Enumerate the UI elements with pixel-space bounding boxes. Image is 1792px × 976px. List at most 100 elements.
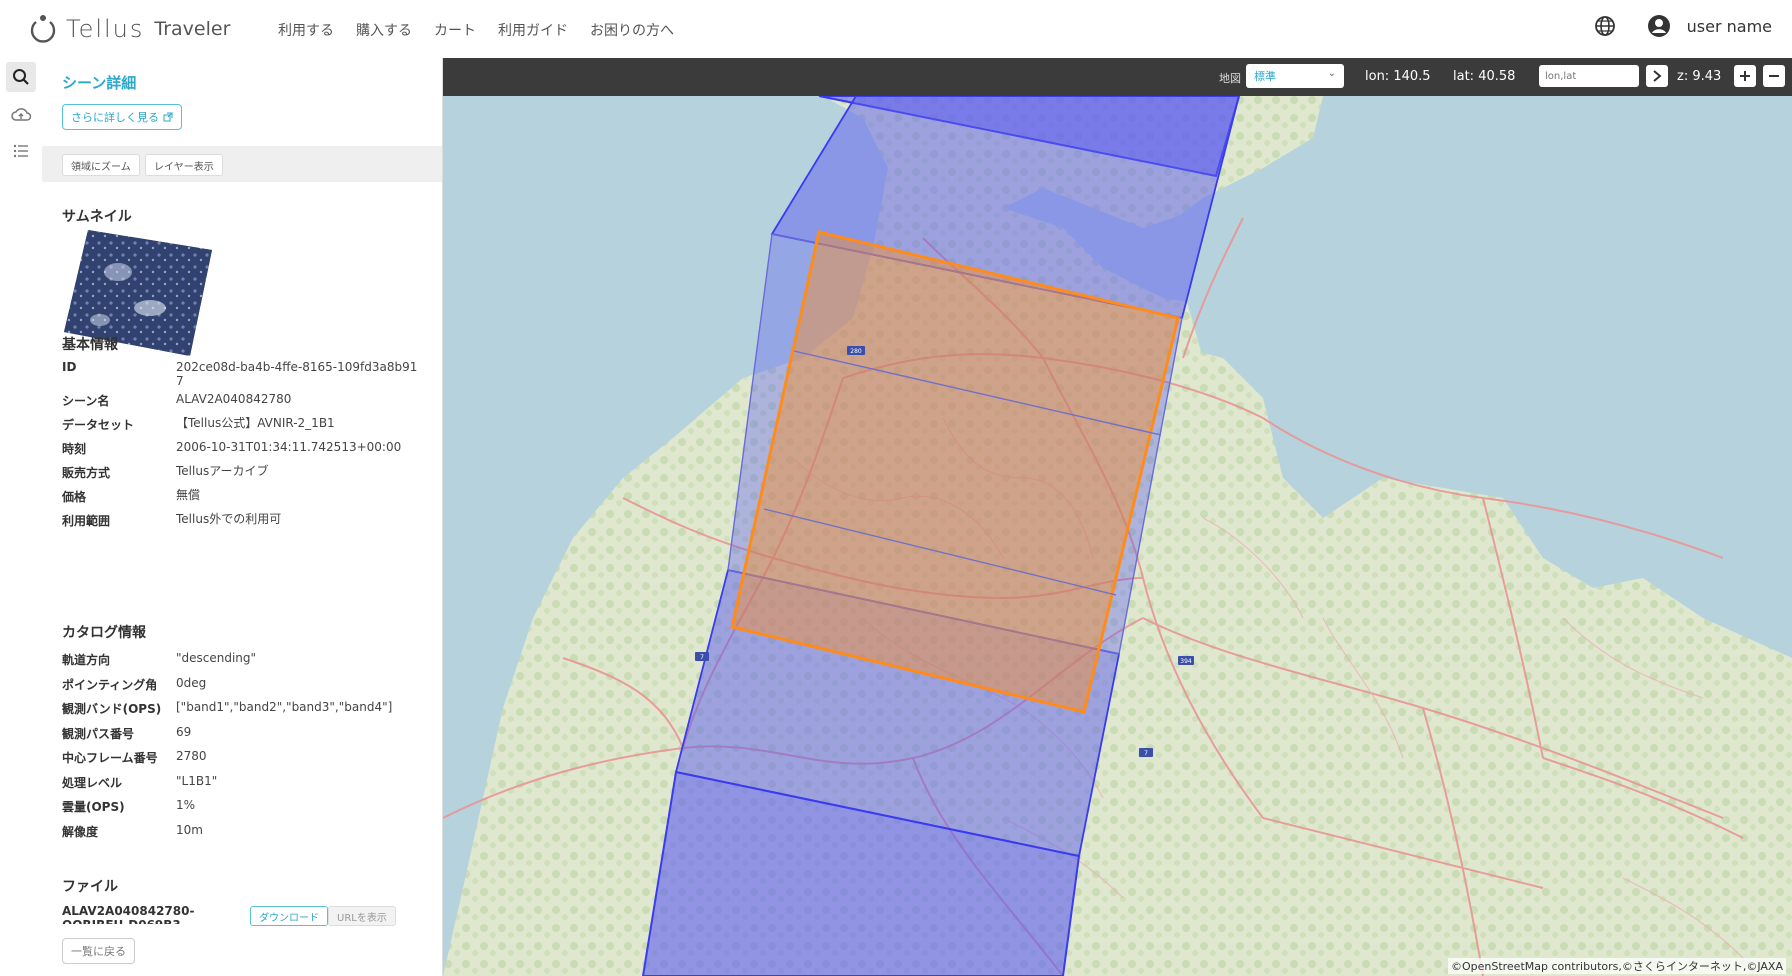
upload-rail-button[interactable] <box>6 100 36 130</box>
map-layer-label: 地図 <box>1219 72 1241 85</box>
map-canvas[interactable]: 280 7 394 7 <box>443 58 1792 976</box>
road-shield: 280 <box>847 346 865 355</box>
kv-value: ["band1","band2","band3","band4"] <box>176 700 393 714</box>
kv-key: シーン名 <box>62 394 110 408</box>
cloud-upload-icon <box>11 108 31 121</box>
basic-info-heading: 基本情報 <box>62 337 118 353</box>
list-rail-button[interactable] <box>6 136 36 166</box>
kv-value: 2006-10-31T01:34:11.742513+00:00 <box>176 440 402 454</box>
nav-use[interactable]: 利用する <box>278 20 334 40</box>
basic-row-usage: 利用範囲 Tellus外での利用可 <box>62 512 432 536</box>
kv-key: 解像度 <box>62 824 99 839</box>
chevron-down-icon: ⌄ <box>1327 68 1336 79</box>
plus-icon <box>1740 71 1750 81</box>
kv-value: Tellus外での利用可 <box>176 512 282 526</box>
kv-value: 1% <box>176 798 196 812</box>
map-layer-select[interactable]: 標準 ⌄ <box>1246 64 1344 88</box>
header-right: user name <box>1593 14 1772 38</box>
catalog-row: 雲量(OPS) 1% <box>62 798 432 823</box>
road-shield-label: 7 <box>700 654 704 661</box>
kv-key: データセット <box>62 418 135 432</box>
zoom-in-button[interactable] <box>1734 65 1756 87</box>
show-layer-button[interactable]: レイヤー表示 <box>145 154 223 176</box>
nav-guide[interactable]: 利用ガイド <box>498 20 568 40</box>
catalog-row: 解像度 10m <box>62 823 432 848</box>
catalog-info-heading: カタログ情報 <box>62 625 146 641</box>
kv-key: 時刻 <box>62 442 87 456</box>
road-shield: 7 <box>695 652 709 661</box>
nav-cart[interactable]: カート <box>434 20 476 40</box>
coordinate-input[interactable] <box>1539 65 1639 87</box>
kv-key: 中心フレーム番号 <box>62 751 158 765</box>
icon-rail <box>0 58 43 976</box>
kv-key: 観測パス番号 <box>62 726 135 741</box>
kv-value: 202ce08d-ba4b-4ffe-8165-109fd3a8b917 <box>176 360 418 388</box>
panel-title: シーン詳細 <box>62 74 137 92</box>
zoom-out-button[interactable] <box>1763 65 1785 87</box>
kv-value: ALAV2A040842780 <box>176 392 292 406</box>
zoom-readout: z: 9.43 <box>1677 69 1722 84</box>
zoom-to-area-button[interactable]: 領域にズーム <box>62 154 140 176</box>
kv-key: 価格 <box>62 490 87 504</box>
road-shield-label: 394 <box>1180 658 1192 665</box>
kv-key: 軌道方向 <box>62 653 111 667</box>
top-header: Tellus Traveler 利用する 購入する カート 利用ガイド お困りの… <box>0 0 1792 59</box>
kv-key: 利用範囲 <box>62 514 111 528</box>
road-shield: 394 <box>1178 656 1194 665</box>
logo-icon <box>30 15 56 43</box>
kv-key: ID <box>62 360 77 374</box>
kv-value: 【Tellus公式】AVNIR-2_1B1 <box>176 416 335 430</box>
globe-icon[interactable] <box>1593 14 1617 38</box>
kv-key: 販売方式 <box>62 466 111 480</box>
catalog-info-table: 軌道方向 "descending" ポインティング角 0deg 観測バンド(OP… <box>62 651 432 847</box>
basic-info-table: ID 202ce08d-ba4b-4ffe-8165-109fd3a8b917 … <box>62 360 432 536</box>
file-heading: ファイル <box>62 879 118 895</box>
user-avatar-icon[interactable] <box>1647 14 1671 38</box>
kv-value: 無償 <box>176 488 201 502</box>
road-shield: 7 <box>1139 748 1153 757</box>
kv-value: "descending" <box>176 651 257 665</box>
logo-subtext: Traveler <box>154 18 231 40</box>
more-details-button[interactable]: さらに詳しく見る <box>62 104 182 130</box>
map-layer-value: 標準 <box>1254 70 1276 83</box>
catalog-row: 観測バンド(OPS) ["band1","band2","band3","ban… <box>62 700 432 725</box>
search-icon <box>13 69 29 85</box>
logo-text: Tellus <box>66 15 145 43</box>
user-name[interactable]: user name <box>1687 17 1772 36</box>
kv-value: "L1B1" <box>176 773 218 788</box>
basic-row-sales: 販売方式 Tellusアーカイブ <box>62 464 432 488</box>
road-shield-label: 7 <box>1144 750 1148 757</box>
basic-row-id: ID 202ce08d-ba4b-4ffe-8165-109fd3a8b917 <box>62 360 432 392</box>
tellus-logo[interactable]: Tellus Traveler <box>28 14 230 44</box>
map-view[interactable]: 280 7 394 7 地図 標準 ⌄ lon: 140.5 lat: 40.5… <box>443 58 1792 976</box>
basic-row-price: 価格 無償 <box>62 488 432 512</box>
more-details-label: さらに詳しく見る <box>71 111 159 124</box>
kv-key: ポインティング角 <box>62 677 158 692</box>
coordinate-go-button[interactable] <box>1646 65 1668 87</box>
kv-value: 2780 <box>176 749 207 763</box>
basic-row-dataset: データセット 【Tellus公式】AVNIR-2_1B1 <box>62 416 432 440</box>
kv-value: 0deg <box>176 675 207 690</box>
catalog-row: ポインティング角 0deg <box>62 676 432 701</box>
list-icon <box>13 144 28 158</box>
scene-detail-panel: シーン詳細 さらに詳しく見る 領域にズーム レイヤー表示 サムネイル 基本情報 … <box>42 58 443 976</box>
file-name: ALAV2A040842780-OORIREU-D069B3-20061031- <box>62 904 195 924</box>
catalog-row: 軌道方向 "descending" <box>62 651 432 676</box>
download-button[interactable]: ダウンロード <box>250 906 328 926</box>
main-nav: 利用する 購入する カート 利用ガイド お困りの方へ <box>278 20 696 40</box>
external-link-icon <box>163 112 173 122</box>
catalog-row: 観測パス番号 69 <box>62 725 432 750</box>
show-url-button[interactable]: URLを表示 <box>328 906 396 926</box>
basic-row-time: 時刻 2006-10-31T01:34:11.742513+00:00 <box>62 440 432 464</box>
nav-purchase[interactable]: 購入する <box>356 20 412 40</box>
kv-key: 処理レベル <box>62 775 123 790</box>
map-attribution[interactable]: ©OpenStreetMap contributors,©さくらインターネット,… <box>1447 958 1786 974</box>
back-to-list-button[interactable]: 一覧に戻る <box>62 938 135 964</box>
kv-value: 10m <box>176 822 203 837</box>
thumbnail-heading: サムネイル <box>62 209 132 225</box>
nav-help[interactable]: お困りの方へ <box>590 20 674 40</box>
kv-value: Tellusアーカイブ <box>176 464 269 478</box>
road-shield-label: 280 <box>850 348 862 355</box>
kv-key: 雲量(OPS) <box>62 800 125 814</box>
search-rail-button[interactable] <box>6 62 36 92</box>
